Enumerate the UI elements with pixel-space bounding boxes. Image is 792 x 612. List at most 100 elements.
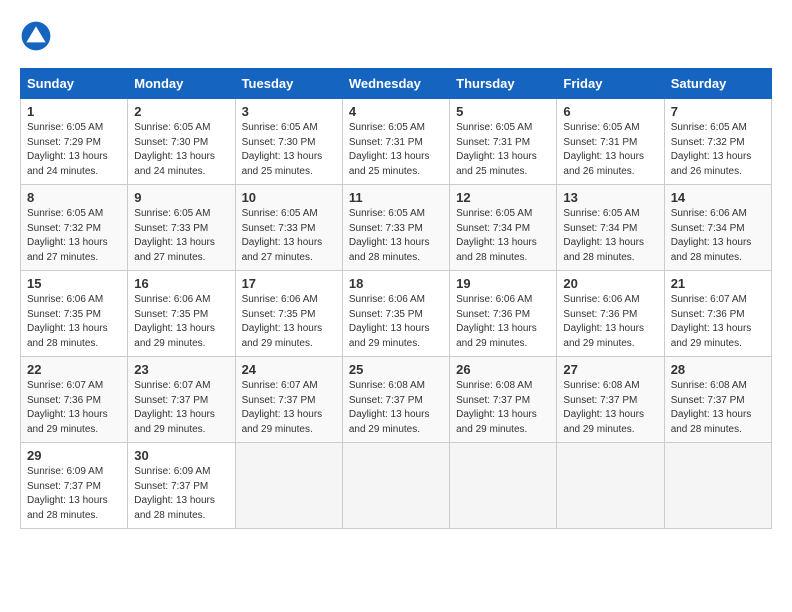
day-header-friday: Friday xyxy=(557,69,664,99)
day-info: Sunrise: 6:05 AMSunset: 7:31 PMDaylight:… xyxy=(349,121,443,179)
day-number: 5 xyxy=(456,104,550,119)
day-info: Sunrise: 6:07 AMSunset: 7:36 PMDaylight:… xyxy=(671,293,765,351)
calendar-cell: 7Sunrise: 6:05 AMSunset: 7:32 PMDaylight… xyxy=(664,99,771,185)
day-number: 3 xyxy=(242,104,336,119)
day-number: 21 xyxy=(671,276,765,291)
day-header-sunday: Sunday xyxy=(21,69,128,99)
day-number: 1 xyxy=(27,104,121,119)
calendar-cell: 5 Sunrise: 6:05 AMSunset: 7:31 PMDaylight… xyxy=(450,99,557,185)
calendar-cell: 20Sunrise: 6:06 AMSunset: 7:36 PMDayligh… xyxy=(557,271,664,357)
day-header-thursday: Thursday xyxy=(450,69,557,99)
day-number: 7 xyxy=(671,104,765,119)
day-number: 11 xyxy=(349,190,443,205)
calendar-cell xyxy=(664,443,771,529)
day-info: Sunrise: 6:05 AMSunset: 7:34 PMDaylight:… xyxy=(563,207,657,265)
day-info: Sunrise: 6:07 AMSunset: 7:36 PMDaylight:… xyxy=(27,379,121,437)
calendar-cell: 27Sunrise: 6:08 AMSunset: 7:37 PMDayligh… xyxy=(557,357,664,443)
calendar-cell: 26 Sunrise: 6:08 AMSunset: 7:37 PMDayligh… xyxy=(450,357,557,443)
calendar-row: 22 Sunrise: 6:07 AMSunset: 7:36 PMDayligh… xyxy=(21,357,772,443)
day-info: Sunrise: 6:07 AMSunset: 7:37 PMDaylight:… xyxy=(134,379,228,437)
calendar-cell: 30 Sunrise: 6:09 AMSunset: 7:37 PMDayligh… xyxy=(128,443,235,529)
day-info: Sunrise: 6:05 AMSunset: 7:31 PMDaylight:… xyxy=(563,121,657,179)
calendar-body: 1 Sunrise: 6:05 AMSunset: 7:29 PMDaylight… xyxy=(21,99,772,529)
calendar-cell: 4Sunrise: 6:05 AMSunset: 7:31 PMDaylight… xyxy=(342,99,449,185)
day-header-monday: Monday xyxy=(128,69,235,99)
calendar-row: 15 Sunrise: 6:06 AMSunset: 7:35 PMDayligh… xyxy=(21,271,772,357)
calendar-row: 29 Sunrise: 6:09 AMSunset: 7:37 PMDayligh… xyxy=(21,443,772,529)
calendar-cell: 24Sunrise: 6:07 AMSunset: 7:37 PMDayligh… xyxy=(235,357,342,443)
day-number: 6 xyxy=(563,104,657,119)
day-info: Sunrise: 6:08 AMSunset: 7:37 PMDaylight:… xyxy=(671,379,765,437)
day-number: 8 xyxy=(27,190,121,205)
day-number: 13 xyxy=(563,190,657,205)
day-number: 24 xyxy=(242,362,336,377)
day-number: 28 xyxy=(671,362,765,377)
calendar-cell: 14Sunrise: 6:06 AMSunset: 7:34 PMDayligh… xyxy=(664,185,771,271)
calendar-cell: 19 Sunrise: 6:06 AMSunset: 7:36 PMDayligh… xyxy=(450,271,557,357)
day-number: 25 xyxy=(349,362,443,377)
calendar-cell: 10 Sunrise: 6:05 AMSunset: 7:33 PMDayligh… xyxy=(235,185,342,271)
calendar-cell: 29 Sunrise: 6:09 AMSunset: 7:37 PMDayligh… xyxy=(21,443,128,529)
day-number: 22 xyxy=(27,362,121,377)
day-info: Sunrise: 6:05 AMSunset: 7:33 PMDaylight:… xyxy=(349,207,443,265)
calendar-header: SundayMondayTuesdayWednesdayThursdayFrid… xyxy=(21,69,772,99)
day-info: Sunrise: 6:05 AMSunset: 7:29 PMDaylight:… xyxy=(27,121,121,179)
day-number: 26 xyxy=(456,362,550,377)
day-number: 15 xyxy=(27,276,121,291)
day-number: 19 xyxy=(456,276,550,291)
day-number: 17 xyxy=(242,276,336,291)
day-info: Sunrise: 6:05 AMSunset: 7:33 PMDaylight:… xyxy=(134,207,228,265)
calendar-cell: 12 Sunrise: 6:05 AMSunset: 7:34 PMDayligh… xyxy=(450,185,557,271)
calendar-cell: 15 Sunrise: 6:06 AMSunset: 7:35 PMDayligh… xyxy=(21,271,128,357)
calendar-cell: 1 Sunrise: 6:05 AMSunset: 7:29 PMDaylight… xyxy=(21,99,128,185)
calendar-cell: 11 Sunrise: 6:05 AMSunset: 7:33 PMDayligh… xyxy=(342,185,449,271)
day-number: 12 xyxy=(456,190,550,205)
calendar-cell: 22 Sunrise: 6:07 AMSunset: 7:36 PMDayligh… xyxy=(21,357,128,443)
day-info: Sunrise: 6:05 AMSunset: 7:33 PMDaylight:… xyxy=(242,207,336,265)
calendar-cell: 13 Sunrise: 6:05 AMSunset: 7:34 PMDayligh… xyxy=(557,185,664,271)
day-number: 2 xyxy=(134,104,228,119)
day-info: Sunrise: 6:06 AMSunset: 7:35 PMDaylight:… xyxy=(242,293,336,351)
day-number: 9 xyxy=(134,190,228,205)
day-header-wednesday: Wednesday xyxy=(342,69,449,99)
day-info: Sunrise: 6:08 AMSunset: 7:37 PMDaylight:… xyxy=(563,379,657,437)
calendar-cell: 6 Sunrise: 6:05 AMSunset: 7:31 PMDaylight… xyxy=(557,99,664,185)
calendar-cell xyxy=(342,443,449,529)
day-number: 20 xyxy=(563,276,657,291)
day-info: Sunrise: 6:06 AMSunset: 7:35 PMDaylight:… xyxy=(27,293,121,351)
day-info: Sunrise: 6:08 AMSunset: 7:37 PMDaylight:… xyxy=(349,379,443,437)
day-info: Sunrise: 6:06 AMSunset: 7:36 PMDaylight:… xyxy=(456,293,550,351)
day-info: Sunrise: 6:06 AMSunset: 7:35 PMDaylight:… xyxy=(134,293,228,351)
calendar-cell: 8Sunrise: 6:05 AMSunset: 7:32 PMDaylight… xyxy=(21,185,128,271)
day-number: 23 xyxy=(134,362,228,377)
day-number: 14 xyxy=(671,190,765,205)
calendar-cell xyxy=(450,443,557,529)
logo-icon xyxy=(20,20,52,52)
day-info: Sunrise: 6:05 AMSunset: 7:31 PMDaylight:… xyxy=(456,121,550,179)
calendar-row: 8Sunrise: 6:05 AMSunset: 7:32 PMDaylight… xyxy=(21,185,772,271)
day-info: Sunrise: 6:09 AMSunset: 7:37 PMDaylight:… xyxy=(134,465,228,523)
day-number: 16 xyxy=(134,276,228,291)
calendar-row: 1 Sunrise: 6:05 AMSunset: 7:29 PMDaylight… xyxy=(21,99,772,185)
calendar-table: SundayMondayTuesdayWednesdayThursdayFrid… xyxy=(20,68,772,529)
calendar-cell: 17 Sunrise: 6:06 AMSunset: 7:35 PMDayligh… xyxy=(235,271,342,357)
logo xyxy=(20,20,58,52)
calendar-cell: 9 Sunrise: 6:05 AMSunset: 7:33 PMDaylight… xyxy=(128,185,235,271)
page-header xyxy=(20,20,772,52)
calendar-cell: 21 Sunrise: 6:07 AMSunset: 7:36 PMDayligh… xyxy=(664,271,771,357)
calendar-cell: 16 Sunrise: 6:06 AMSunset: 7:35 PMDayligh… xyxy=(128,271,235,357)
header-row: SundayMondayTuesdayWednesdayThursdayFrid… xyxy=(21,69,772,99)
calendar-cell: 3Sunrise: 6:05 AMSunset: 7:30 PMDaylight… xyxy=(235,99,342,185)
calendar-cell: 2 Sunrise: 6:05 AMSunset: 7:30 PMDaylight… xyxy=(128,99,235,185)
calendar-cell: 23 Sunrise: 6:07 AMSunset: 7:37 PMDayligh… xyxy=(128,357,235,443)
day-number: 30 xyxy=(134,448,228,463)
day-info: Sunrise: 6:05 AMSunset: 7:34 PMDaylight:… xyxy=(456,207,550,265)
day-number: 18 xyxy=(349,276,443,291)
day-info: Sunrise: 6:08 AMSunset: 7:37 PMDaylight:… xyxy=(456,379,550,437)
day-info: Sunrise: 6:09 AMSunset: 7:37 PMDaylight:… xyxy=(27,465,121,523)
day-info: Sunrise: 6:05 AMSunset: 7:30 PMDaylight:… xyxy=(134,121,228,179)
day-info: Sunrise: 6:06 AMSunset: 7:35 PMDaylight:… xyxy=(349,293,443,351)
day-number: 29 xyxy=(27,448,121,463)
day-number: 10 xyxy=(242,190,336,205)
day-header-tuesday: Tuesday xyxy=(235,69,342,99)
